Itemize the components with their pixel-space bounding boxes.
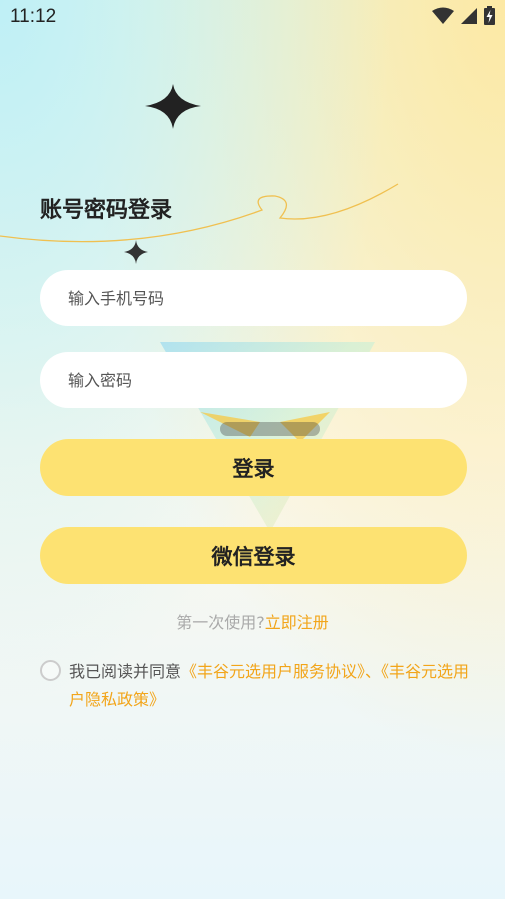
phone-input[interactable]: [40, 270, 467, 326]
agreement-text: 我已阅读并同意《丰谷元选用户服务协议》、《丰谷元选用户隐私政策》: [69, 658, 470, 714]
service-agreement-link[interactable]: 《丰谷元选用户服务协议》: [181, 662, 365, 681]
password-input[interactable]: [40, 352, 467, 408]
register-link[interactable]: 立即注册: [265, 613, 329, 632]
decorative-curve: [0, 183, 399, 243]
wechat-login-button[interactable]: 微信登录: [40, 527, 467, 584]
page-title: 账号密码登录: [40, 198, 173, 223]
agreement-checkbox[interactable]: [40, 660, 61, 681]
register-prompt: 第一次使用?: [176, 613, 265, 632]
register-prompt-row: 第一次使用?立即注册: [0, 609, 505, 633]
agreement-prefix: 我已阅读并同意: [69, 662, 182, 681]
agreement-row: 我已阅读并同意《丰谷元选用户服务协议》、《丰谷元选用户隐私政策》: [40, 658, 470, 714]
login-button[interactable]: 登录: [40, 439, 467, 496]
agreement-separator: 、: [365, 662, 382, 681]
